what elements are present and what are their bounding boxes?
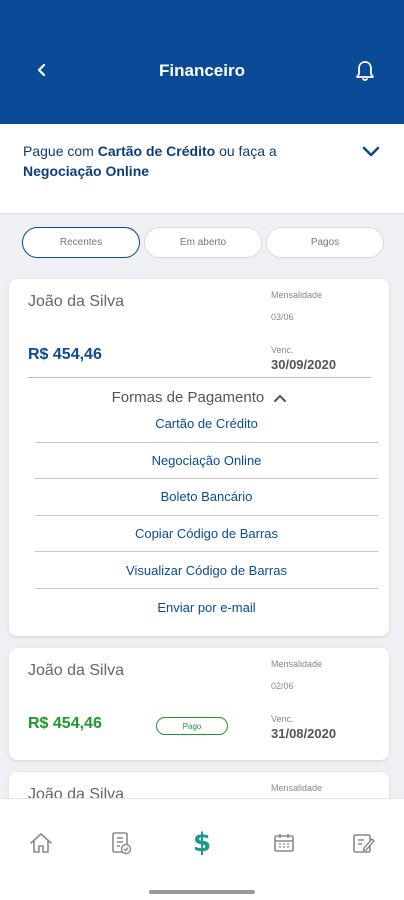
mensalidade-label: Mensalidade xyxy=(271,659,323,669)
vencimento-date: 30/09/2020 xyxy=(271,357,337,372)
payment-methods-toggle[interactable]: Formas de Pagamento xyxy=(9,389,389,407)
payment-promo-banner[interactable]: Pague com Cartão de Crédito ou faça a Ne… xyxy=(0,124,404,214)
vencimento-date: 31/08/2020 xyxy=(271,726,337,741)
mensalidade-value: 02/06 xyxy=(271,681,294,691)
student-name: João da Silva xyxy=(28,293,125,310)
divider xyxy=(28,377,371,378)
status-badge: Pago xyxy=(156,717,228,735)
bottom-navigation: $ xyxy=(0,798,404,886)
invoice-amount: R$ 454,46 xyxy=(28,715,102,732)
chevron-down-icon[interactable] xyxy=(360,140,382,162)
home-icon[interactable] xyxy=(27,829,55,857)
payment-option-boleto[interactable]: Boleto Bancário xyxy=(35,479,378,516)
dollar-icon[interactable]: $ xyxy=(188,828,216,858)
page-title: Financeiro xyxy=(159,61,245,80)
document-check-icon[interactable] xyxy=(107,829,135,857)
invoice-card: João da Silva Mensalidade 03/06 R$ 454,4… xyxy=(9,279,389,636)
payment-option-cartao[interactable]: Cartão de Crédito xyxy=(35,406,378,443)
payment-option-visualizar-codigo[interactable]: Visualizar Código de Barras xyxy=(35,552,378,589)
app-header: Financeiro xyxy=(0,0,404,124)
mensalidade-label: Mensalidade xyxy=(271,290,323,300)
vencimento-label: Venc. xyxy=(271,714,294,724)
payment-option-copiar-codigo[interactable]: Copiar Código de Barras xyxy=(35,516,378,553)
mensalidade-label: Mensalidade xyxy=(271,783,323,793)
tab-pagos[interactable]: Pagos xyxy=(266,227,384,258)
payment-methods-title: Formas de Pagamento xyxy=(111,389,265,406)
tab-recentes[interactable]: Recentes xyxy=(22,227,140,258)
gesture-bar[interactable] xyxy=(149,890,255,894)
invoice-amount: R$ 454,46 xyxy=(28,346,102,363)
student-name: João da Silva xyxy=(28,662,125,679)
bell-icon[interactable] xyxy=(352,58,378,84)
promo-text: Pague com Cartão de Crédito ou faça a Ne… xyxy=(23,143,277,179)
payment-option-email[interactable]: Enviar por e-mail xyxy=(35,589,378,626)
invoice-card[interactable]: João da Silva Mensalidade 02/06 R$ 454,4… xyxy=(9,648,389,760)
edit-note-icon[interactable] xyxy=(350,829,378,857)
filter-tabs: Recentes Em aberto Pagos xyxy=(22,227,384,259)
tab-em-aberto[interactable]: Em aberto xyxy=(144,227,262,258)
calendar-icon[interactable] xyxy=(270,829,298,857)
chevron-up-icon xyxy=(274,390,287,407)
vencimento-label: Venc. xyxy=(271,345,294,355)
mensalidade-value: 03/06 xyxy=(271,312,294,322)
payment-option-negociacao[interactable]: Negociação Online xyxy=(35,443,378,480)
payment-options-list: Cartão de Crédito Negociação Online Bole… xyxy=(35,406,378,626)
